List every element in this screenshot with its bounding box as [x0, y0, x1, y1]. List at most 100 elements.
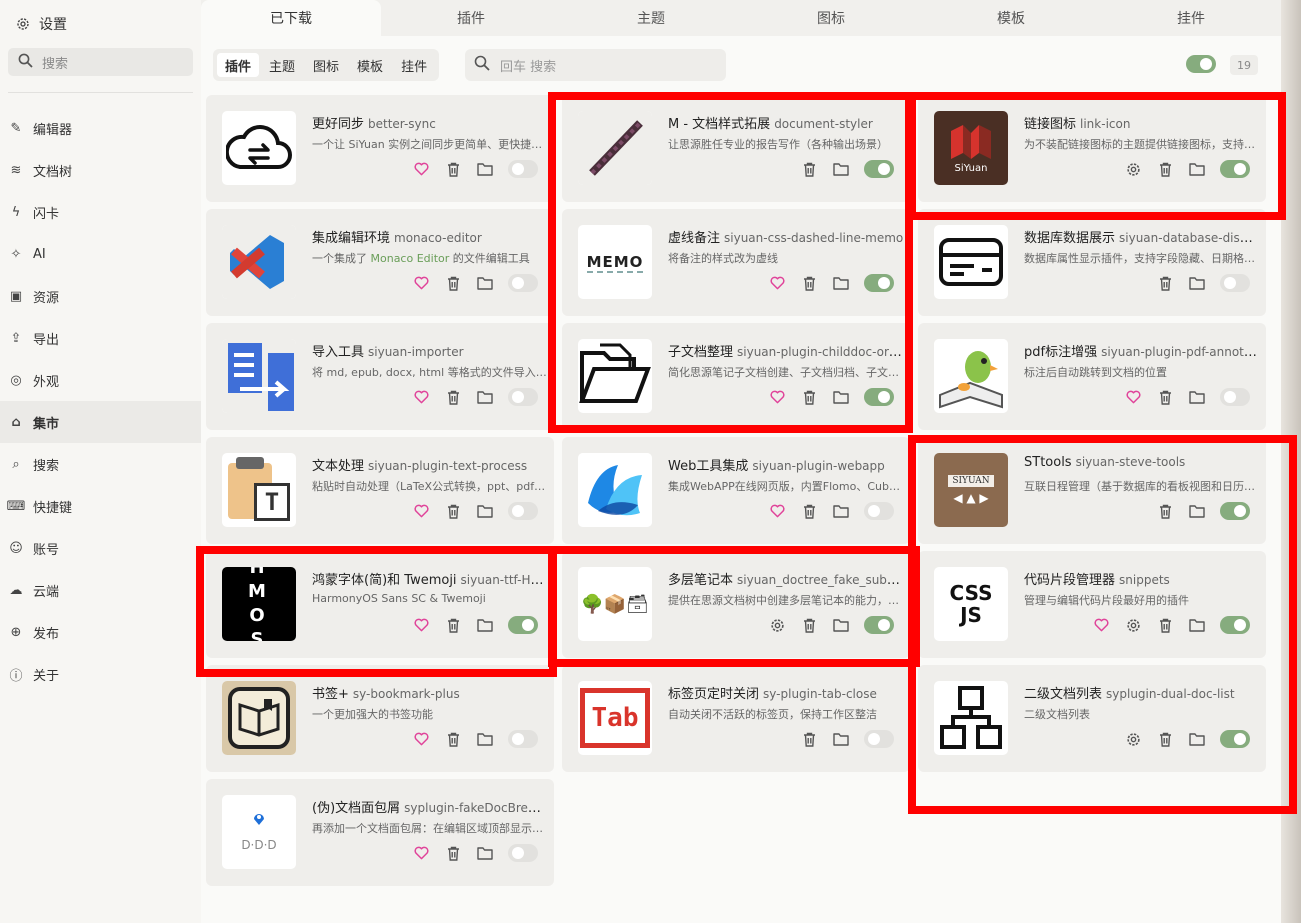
trash-icon[interactable] — [444, 616, 462, 634]
sidebar-item-8[interactable]: ⌕ 搜索 — [0, 443, 201, 485]
plugin-card[interactable]: M - 文档样式拓展 document-styler 让思源胜任专业的报告写作（各… — [562, 95, 910, 202]
trash-icon[interactable] — [1156, 274, 1174, 292]
sidebar-item-3[interactable]: ✧ AI — [0, 233, 201, 275]
plugin-card[interactable]: D·D·D (伪)文档面包屑syplugin-fakeDocBreadcrumb… — [206, 779, 554, 886]
plugin-card[interactable]: pdf标注增强 siyuan-plugin-pdf-annotation 标注后自… — [918, 323, 1266, 430]
trash-icon[interactable] — [1156, 388, 1174, 406]
tab-2[interactable]: 主题 — [561, 0, 741, 36]
tab-3[interactable]: 图标 — [741, 0, 921, 36]
trash-icon[interactable] — [444, 502, 462, 520]
tab-5[interactable]: 挂件 — [1101, 0, 1281, 36]
gear-icon[interactable] — [1124, 160, 1142, 178]
sidebar-item-2[interactable]: ϟ 闪卡 — [0, 191, 201, 233]
sidebar-item-9[interactable]: ⌨ 快捷键 — [0, 485, 201, 527]
heart-icon[interactable] — [412, 160, 430, 178]
sidebar-item-13[interactable]: ⓘ 关于 — [0, 653, 201, 695]
folder-icon[interactable] — [832, 616, 850, 634]
folder-icon[interactable] — [832, 388, 850, 406]
plugin-card[interactable]: SIYUAN ◀ ▲ ▶ STtools siyuan-steve-tools 互联… — [918, 437, 1266, 544]
trash-icon[interactable] — [1156, 502, 1174, 520]
plugin-enable-toggle[interactable] — [508, 730, 538, 748]
plugin-enable-toggle[interactable] — [508, 160, 538, 178]
folder-icon[interactable] — [476, 844, 494, 862]
desc-link[interactable]: Monaco Editor — [371, 252, 450, 265]
plugin-card[interactable]: 导入工具 siyuan-importer 将 md, epub, docx, ht… — [206, 323, 554, 430]
folder-icon[interactable] — [832, 274, 850, 292]
sidebar-search-input[interactable]: 搜索 — [8, 48, 193, 76]
heart-icon[interactable] — [768, 274, 786, 292]
trash-icon[interactable] — [800, 274, 818, 292]
sidebar-item-4[interactable]: ▣ 资源 — [0, 275, 201, 317]
trash-icon[interactable] — [1156, 160, 1174, 178]
trash-icon[interactable] — [444, 730, 462, 748]
gear-icon[interactable] — [1124, 616, 1142, 634]
trash-icon[interactable] — [444, 388, 462, 406]
trash-icon[interactable] — [444, 160, 462, 178]
plugin-enable-toggle[interactable] — [864, 616, 894, 634]
heart-icon[interactable] — [412, 730, 430, 748]
folder-icon[interactable] — [832, 160, 850, 178]
plugin-enable-toggle[interactable] — [508, 502, 538, 520]
sidebar-item-12[interactable]: ⊕ 发布 — [0, 611, 201, 653]
folder-icon[interactable] — [476, 388, 494, 406]
sidebar-item-0[interactable]: ✎ 编辑器 — [0, 107, 201, 149]
plugin-enable-toggle[interactable] — [1220, 616, 1250, 634]
heart-icon[interactable] — [412, 388, 430, 406]
trash-icon[interactable] — [1156, 616, 1174, 634]
trash-icon[interactable] — [444, 844, 462, 862]
folder-icon[interactable] — [832, 502, 850, 520]
folder-icon[interactable] — [1188, 730, 1206, 748]
tab-1[interactable]: 插件 — [381, 0, 561, 36]
heart-icon[interactable] — [412, 844, 430, 862]
folder-icon[interactable] — [476, 616, 494, 634]
plugin-enable-toggle[interactable] — [864, 502, 894, 520]
plugin-card[interactable]: 更好同步 better-sync 一个让 SiYuan 实例之间同步更简单、更快捷… — [206, 95, 554, 202]
trash-icon[interactable] — [1156, 730, 1174, 748]
sidebar-item-6[interactable]: ◎ 外观 — [0, 359, 201, 401]
sidebar-item-10[interactable]: ☺ 账号 — [0, 527, 201, 569]
plugin-enable-toggle[interactable] — [1220, 274, 1250, 292]
plugin-enable-toggle[interactable] — [864, 274, 894, 292]
heart-icon[interactable] — [1124, 388, 1142, 406]
plugin-card[interactable]: 集成编辑环境 monaco-editor 一个集成了 Monaco Editor … — [206, 209, 554, 316]
plugin-enable-toggle[interactable] — [508, 274, 538, 292]
plugin-enable-toggle[interactable] — [1220, 160, 1250, 178]
gear-icon[interactable] — [768, 616, 786, 634]
folder-icon[interactable] — [476, 274, 494, 292]
sidebar-item-5[interactable]: ⇪ 导出 — [0, 317, 201, 359]
enable-all-toggle[interactable] — [1186, 55, 1216, 73]
plugin-enable-toggle[interactable] — [508, 388, 538, 406]
plugin-card[interactable]: 子文档整理siyuan-plugin-childdoc-organizer 简化… — [562, 323, 910, 430]
plugin-enable-toggle[interactable] — [1220, 502, 1250, 520]
plugin-card[interactable]: SiYuan 链接图标 link-icon 为不装配链接图标的主题提供链接图标，支… — [918, 95, 1266, 202]
plugin-card[interactable]: 书签+ sy-bookmark-plus 一个更加强大的书签功能 — [206, 665, 554, 772]
subtab-4[interactable]: 挂件 — [393, 53, 435, 77]
plugin-enable-toggle[interactable] — [864, 730, 894, 748]
plugin-enable-toggle[interactable] — [508, 616, 538, 634]
subtab-3[interactable]: 模板 — [349, 53, 391, 77]
trash-icon[interactable] — [800, 160, 818, 178]
heart-icon[interactable] — [412, 502, 430, 520]
plugin-card[interactable]: 🌳📦🗃 多层笔记本 siyuan_doctree_fake_subfolder 提… — [562, 551, 910, 658]
sidebar-item-11[interactable]: ☁ 云端 — [0, 569, 201, 611]
folder-icon[interactable] — [1188, 616, 1206, 634]
plugin-card[interactable]: 数据库数据展示 siyuan-database-display 数据库属性显示插件… — [918, 209, 1266, 316]
sidebar-item-7[interactable]: ⌂ 集市 — [0, 401, 201, 443]
subtab-0[interactable]: 插件 — [217, 53, 260, 77]
gear-icon[interactable] — [1124, 730, 1142, 748]
plugin-enable-toggle[interactable] — [508, 844, 538, 862]
tab-0[interactable]: 已下载 — [201, 0, 381, 36]
plugin-card[interactable]: Tab 标签页定时关闭 sy-plugin-tab-close 自动关闭不活跃的标… — [562, 665, 910, 772]
sidebar-item-1[interactable]: ≋ 文档树 — [0, 149, 201, 191]
heart-icon[interactable] — [768, 502, 786, 520]
plugin-card[interactable]: H M O S 鸿蒙字体(简)和 Twemojisiyuan-ttf-Harmo… — [206, 551, 554, 658]
package-search-input[interactable]: 回车 搜索 — [465, 49, 726, 81]
trash-icon[interactable] — [800, 730, 818, 748]
trash-icon[interactable] — [800, 616, 818, 634]
plugin-card[interactable]: 二级文档列表 syplugin-dual-doc-list 二级文档列表 — [918, 665, 1266, 772]
heart-icon[interactable] — [768, 388, 786, 406]
plugin-enable-toggle[interactable] — [1220, 388, 1250, 406]
subtab-2[interactable]: 图标 — [305, 53, 347, 77]
plugin-enable-toggle[interactable] — [864, 388, 894, 406]
folder-icon[interactable] — [1188, 502, 1206, 520]
